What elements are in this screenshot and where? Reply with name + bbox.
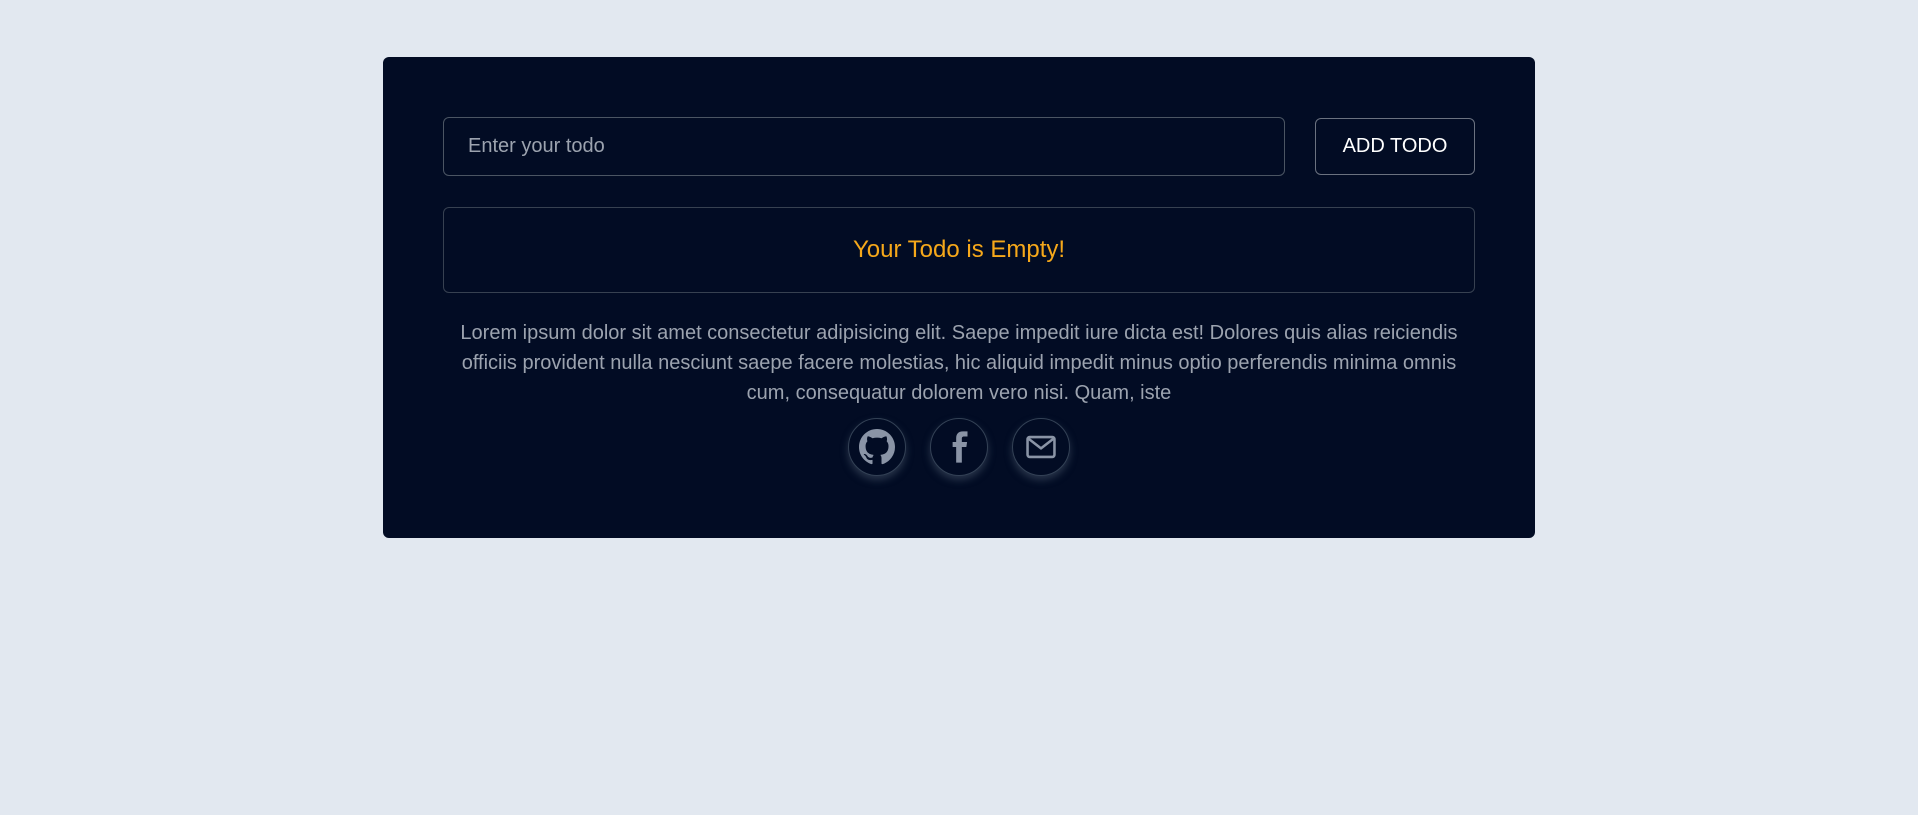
- github-icon: [859, 429, 895, 465]
- empty-todo-message: Your Todo is Empty!: [852, 236, 1066, 263]
- facebook-link[interactable]: [930, 418, 988, 476]
- mail-link[interactable]: [1012, 418, 1070, 476]
- todo-input[interactable]: [443, 117, 1285, 176]
- mail-icon: [1024, 430, 1058, 464]
- facebook-icon: [942, 430, 976, 464]
- todo-input-row: ADD TODO: [443, 117, 1475, 177]
- todo-card: ADD TODO Your Todo is Empty! Lorem ipsum…: [383, 57, 1535, 538]
- github-link[interactable]: [848, 418, 906, 476]
- empty-todo-panel: Your Todo is Empty!: [443, 207, 1475, 293]
- add-todo-button[interactable]: ADD TODO: [1315, 118, 1475, 175]
- social-links: [383, 418, 1535, 476]
- footer-description: Lorem ipsum dolor sit amet consectetur a…: [460, 322, 1458, 404]
